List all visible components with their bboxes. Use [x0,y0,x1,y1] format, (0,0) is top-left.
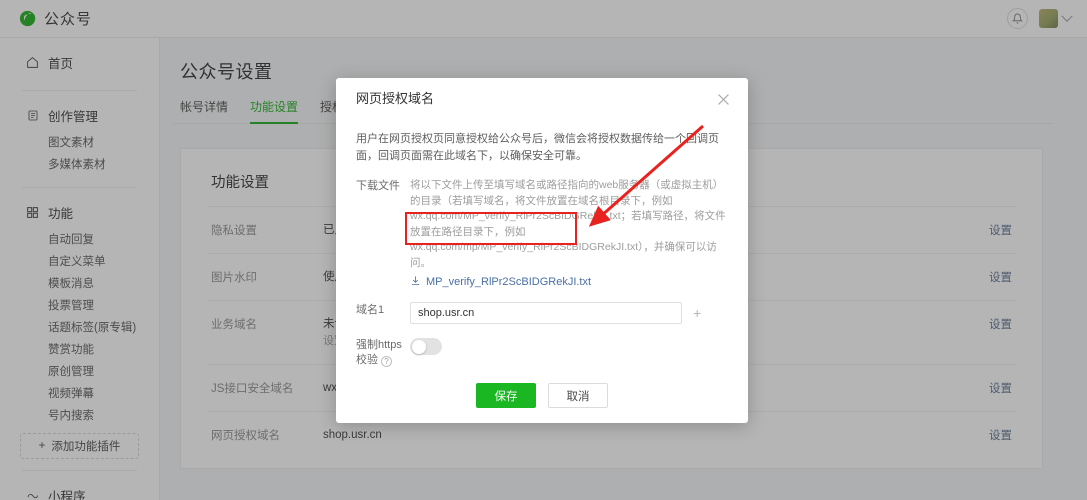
modal-footer: 保存 取消 [336,368,748,423]
domain-field: + [410,302,728,325]
download-file-description: 将以下文件上传至填写域名或路径指向的web服务器（或虚拟主机）的目录（若填写域名… [410,179,726,269]
cancel-button[interactable]: 取消 [548,383,608,408]
force-https-label: 强制https 校验? [356,337,410,368]
download-file-link[interactable]: MP_verify_RlPr2ScBIDGRekJI.txt [410,275,591,289]
close-icon[interactable] [715,91,732,108]
force-https-label-line2-wrap: 校验? [356,353,410,368]
toggle-knob [411,339,426,354]
download-file-label: 下载文件 [356,180,400,193]
force-https-label-line1: 强制https [356,339,402,352]
web-authorization-domain-dialog: 网页授权域名 用户在网页授权页同意授权给公众号后，微信会将授权数据传给一个回调页… [336,78,748,423]
download-file-row: 下载文件 将以下文件上传至填写域名或路径指向的web服务器（或虚拟主机）的目录（… [356,178,728,289]
domain-label: 域名1 [356,304,385,317]
add-domain-icon[interactable]: + [693,302,701,324]
force-https-toggle[interactable] [410,338,442,356]
force-https-row: 强制https 校验? [356,337,728,368]
modal-body: 用户在网页授权页同意授权给公众号后，微信会将授权数据传给一个回调页面，回调页面需… [336,117,748,368]
download-icon [410,275,421,289]
app-root: 公众号 首页 创作管理 图文素材 多媒体素材 功能 自动回复 自定义菜单 模板消… [0,0,1087,500]
question-icon[interactable]: ? [381,356,392,368]
force-https-label-line2: 校验 [356,354,378,367]
domain-row: 域名1 + [356,302,728,325]
force-https-field [410,337,728,368]
domain-input[interactable] [410,302,682,325]
download-file-field: 将以下文件上传至填写域名或路径指向的web服务器（或虚拟主机）的目录（若填写域名… [410,178,728,289]
modal-header: 网页授权域名 [336,78,748,117]
save-button[interactable]: 保存 [476,383,536,408]
modal-intro-text: 用户在网页授权页同意授权给公众号后，微信会将授权数据传给一个回调页面，回调页面需… [356,133,719,163]
download-file-name: MP_verify_RlPr2ScBIDGRekJI.txt [426,276,592,289]
modal-title: 网页授权域名 [356,91,435,106]
